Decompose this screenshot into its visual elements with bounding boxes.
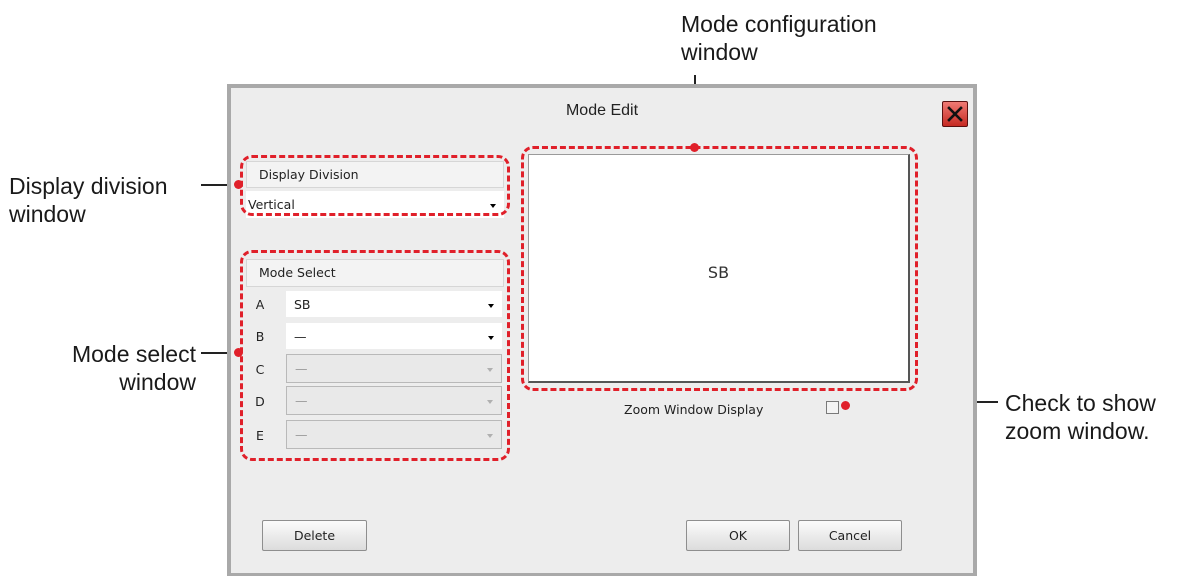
cancel-button[interactable]: Cancel xyxy=(798,520,902,551)
dialog-title: Mode Edit xyxy=(565,102,639,119)
callout-line: Mode select xyxy=(71,341,196,367)
mode-select-highlight xyxy=(240,250,510,461)
ok-button[interactable]: OK xyxy=(686,520,790,551)
display-division-callout: Display division window xyxy=(9,172,168,228)
callout-line: window xyxy=(681,39,758,65)
delete-button[interactable]: Delete xyxy=(262,520,367,551)
callout-line: Display division xyxy=(9,173,168,199)
mode-edit-dialog: Mode Edit Display Division Vertical Mode… xyxy=(227,84,977,576)
callout-dot xyxy=(841,401,850,410)
callout-dot xyxy=(234,348,243,357)
close-button[interactable] xyxy=(942,101,968,127)
mode-config-callout: Mode configuration window xyxy=(681,10,877,66)
mode-select-callout: Mode select window xyxy=(52,340,196,396)
callout-dot xyxy=(690,143,699,152)
callout-line: window xyxy=(119,369,196,395)
callout-dot xyxy=(234,180,243,189)
display-division-highlight xyxy=(240,155,510,216)
callout-line: window xyxy=(9,201,86,227)
mode-configuration-highlight xyxy=(521,146,918,391)
zoom-window-label: Zoom Window Display xyxy=(624,402,764,417)
zoom-window-checkbox[interactable] xyxy=(826,401,839,414)
callout-line: Mode configuration xyxy=(681,11,877,37)
zoom-callout: Check to show zoom window. xyxy=(1005,389,1156,445)
close-icon xyxy=(947,106,963,122)
callout-line: zoom window. xyxy=(1005,418,1150,444)
callout-line: Check to show xyxy=(1005,390,1156,416)
